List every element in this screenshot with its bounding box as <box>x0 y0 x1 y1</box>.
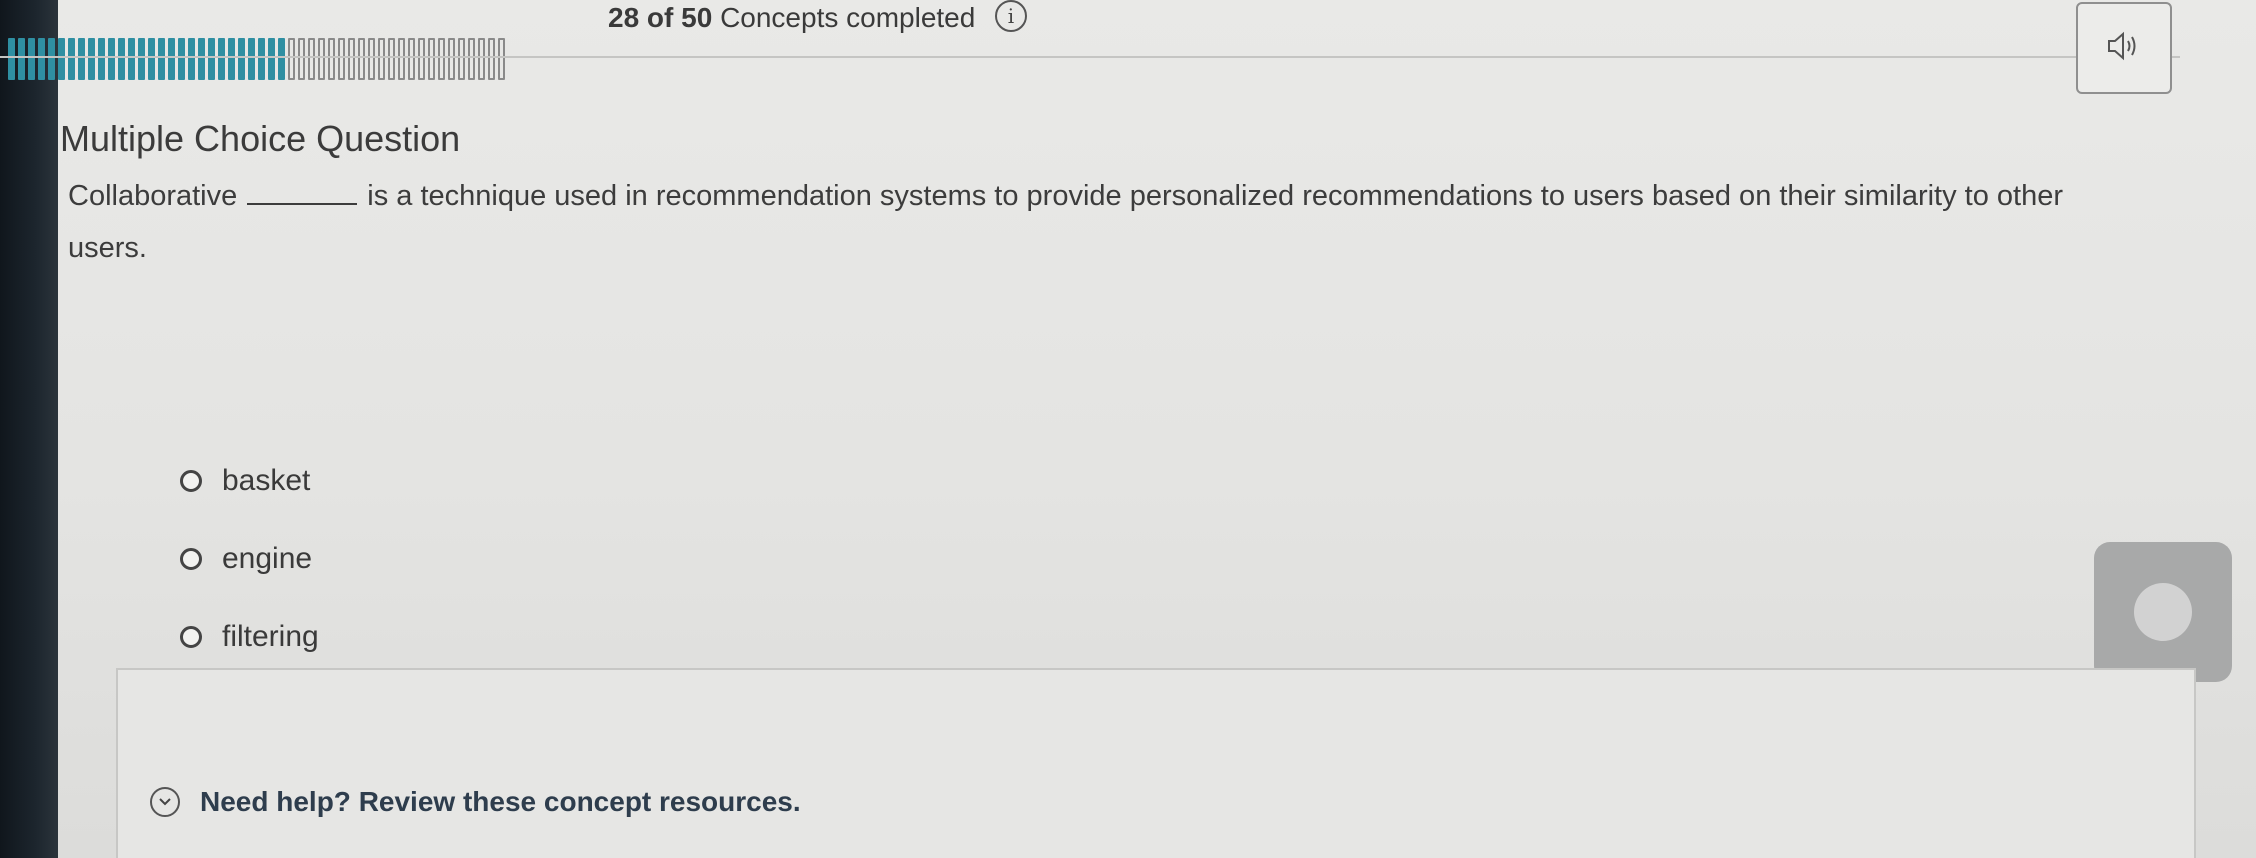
progress-segment-filled <box>158 38 165 80</box>
option-label: engine <box>222 542 313 575</box>
header-divider <box>0 56 2180 58</box>
progress-segment-empty <box>308 38 315 80</box>
progress-segment-empty <box>488 38 495 80</box>
progress-segment-filled <box>238 38 245 80</box>
progress-segment-empty <box>338 38 345 80</box>
radio-button[interactable] <box>180 470 202 492</box>
option-basket[interactable]: basket <box>180 442 319 520</box>
progress-segment-empty <box>368 38 375 80</box>
answer-blank <box>247 181 358 205</box>
progress-text: 28 of 50 Concepts completed <box>608 2 975 34</box>
option-filtering[interactable]: filtering <box>180 598 319 676</box>
progress-segment-filled <box>208 38 215 80</box>
progress-segment-empty <box>438 38 445 80</box>
progress-segment-filled <box>178 38 185 80</box>
help-panel <box>116 668 2196 858</box>
progress-segment-empty <box>328 38 335 80</box>
progress-segment-filled <box>58 38 65 80</box>
progress-segment-empty <box>288 38 295 80</box>
progress-segment-filled <box>268 38 275 80</box>
progress-segment-empty <box>468 38 475 80</box>
progress-segment-empty <box>388 38 395 80</box>
progress-segment-filled <box>198 38 205 80</box>
progress-segment-empty <box>478 38 485 80</box>
progress-segment-empty <box>398 38 405 80</box>
progress-segment-filled <box>38 38 45 80</box>
read-aloud-button[interactable] <box>2076 2 2172 94</box>
radio-button[interactable] <box>180 548 202 570</box>
progress-segment-empty <box>378 38 385 80</box>
help-resources-label: Need help? Review these concept resource… <box>200 786 801 817</box>
progress-segment-filled <box>188 38 195 80</box>
progress-segment-empty <box>428 38 435 80</box>
prompt-after: is a technique used in recommendation sy… <box>68 180 2064 264</box>
device-button <box>2094 542 2232 682</box>
screen-bezel <box>0 0 58 858</box>
progress-segment-filled <box>218 38 225 80</box>
info-icon[interactable]: i <box>995 0 1027 32</box>
help-resources-toggle[interactable]: Need help? Review these concept resource… <box>150 786 801 818</box>
option-label: filtering <box>222 620 319 653</box>
progress-segment-filled <box>108 38 115 80</box>
progress-segment-empty <box>498 38 505 80</box>
progress-segment-empty <box>348 38 355 80</box>
progress-segment-filled <box>278 38 285 80</box>
progress-segment-filled <box>248 38 255 80</box>
progress-segment-filled <box>78 38 85 80</box>
chevron-down-icon <box>150 787 180 817</box>
progress-segment-filled <box>18 38 25 80</box>
progress-segment-filled <box>8 38 15 80</box>
progress-segment-filled <box>118 38 125 80</box>
progress-segment-empty <box>298 38 305 80</box>
option-engine[interactable]: engine <box>180 520 319 598</box>
progress-segment-filled <box>98 38 105 80</box>
progress-count: 28 of 50 <box>608 2 713 33</box>
progress-segment-empty <box>358 38 365 80</box>
question-type-heading: Multiple Choice Question <box>60 118 461 159</box>
progress-segment-filled <box>48 38 55 80</box>
progress-segment-filled <box>148 38 155 80</box>
question-prompt: Collaborative is a technique used in reco… <box>68 170 2148 274</box>
progress-label: Concepts completed <box>720 2 976 33</box>
progress-segment-filled <box>168 38 175 80</box>
speaker-icon <box>2106 31 2142 66</box>
prompt-before: Collaborative <box>68 180 238 212</box>
progress-bar <box>8 16 588 80</box>
progress-segment-empty <box>408 38 415 80</box>
progress-segment-filled <box>28 38 35 80</box>
radio-button[interactable] <box>180 626 202 648</box>
progress-segment-empty <box>448 38 455 80</box>
progress-segment-empty <box>458 38 465 80</box>
device-button-knob <box>2134 583 2192 641</box>
progress-segment-filled <box>68 38 75 80</box>
progress-segment-filled <box>138 38 145 80</box>
progress-segment-empty <box>418 38 425 80</box>
progress-segment-filled <box>128 38 135 80</box>
progress-segment-filled <box>228 38 235 80</box>
progress-segment-filled <box>88 38 95 80</box>
answer-options: basket engine filtering <box>180 442 319 676</box>
progress-segment-empty <box>318 38 325 80</box>
progress-segment-filled <box>258 38 265 80</box>
option-label: basket <box>222 464 311 497</box>
